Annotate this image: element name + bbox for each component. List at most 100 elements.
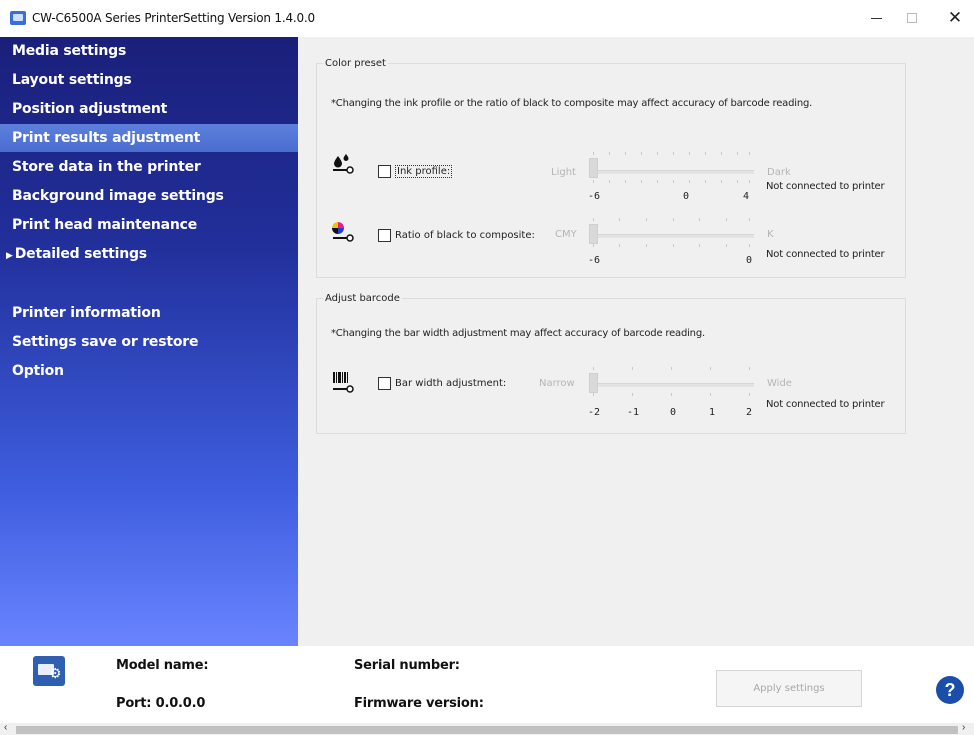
ink-profile-slider-thumb[interactable] (589, 158, 598, 178)
ink-profile-slider-track[interactable] (589, 170, 754, 174)
sidebar-item-label: Position adjustment (12, 101, 168, 117)
ink-profile-tick-label: 4 (743, 191, 750, 202)
sidebar-item-label: Print head maintenance (12, 217, 198, 233)
bar-width-tick (593, 367, 594, 370)
ratio-tick (726, 218, 727, 221)
ink-profile-tick (689, 152, 690, 155)
color-preset-legend: Color preset (325, 58, 386, 69)
sidebar-item-label: Settings save or restore (12, 334, 199, 350)
scroll-right-arrow-icon[interactable]: › (962, 722, 965, 733)
adjust-barcode-legend: Adjust barcode (325, 293, 400, 304)
sidebar-item-label: Option (12, 363, 64, 379)
scroll-left-arrow-icon[interactable]: ‹ (4, 722, 7, 733)
sidebar-item-print-head-maintenance[interactable]: Print head maintenance (0, 211, 298, 239)
ink-profile-tick (657, 152, 658, 155)
bar-width-tick (710, 367, 711, 370)
ratio-slider-track[interactable] (589, 234, 754, 238)
bar-width-slider-thumb[interactable] (589, 373, 598, 393)
sidebar-item-printer-information[interactable]: Printer information (0, 299, 298, 327)
bar-width-tick (749, 367, 750, 370)
ratio-tick (593, 218, 594, 221)
ink-profile-tick (641, 152, 642, 155)
apply-settings-button[interactable]: Apply settings (716, 670, 862, 707)
ink-profile-tick-label: 0 (683, 191, 690, 202)
ink-profile-checkbox[interactable]: Ink profile: (378, 165, 453, 178)
ink-profile-tick (641, 180, 642, 183)
ratio-tick (726, 244, 727, 247)
bar-width-checkbox[interactable]: Bar width adjustment: (378, 377, 506, 390)
adjust-barcode-group: Adjust barcode (316, 293, 906, 434)
ratio-tick (619, 244, 620, 247)
ink-profile-label: Ink profile: (395, 165, 453, 178)
ratio-min-label: CMY (555, 229, 577, 240)
bar-width-checkbox-box[interactable] (378, 377, 391, 390)
ink-profile-tick (705, 180, 706, 183)
minimize-button[interactable] (856, 4, 896, 32)
ratio-tick (699, 244, 700, 247)
sidebar-item-background-image[interactable]: Background image settings (0, 182, 298, 210)
ink-profile-tick (749, 152, 750, 155)
help-icon[interactable]: ? (936, 676, 964, 704)
bar-width-status: Not connected to printer (766, 399, 885, 410)
sidebar-item-position-adjustment[interactable]: Position adjustment (0, 95, 298, 123)
sidebar-item-label: Store data in the printer (12, 159, 201, 175)
ratio-tick (646, 218, 647, 221)
bar-width-tick (710, 393, 711, 396)
sidebar-item-layout-settings[interactable]: Layout settings (0, 66, 298, 94)
ink-profile-checkbox-box[interactable] (378, 165, 391, 178)
maximize-icon (907, 13, 917, 23)
adjust-barcode-note: *Changing the bar width adjustment may a… (331, 328, 705, 339)
ratio-tick-label: 0 (746, 255, 753, 266)
ink-profile-tick (609, 152, 610, 155)
horizontal-scrollbar[interactable]: ‹ › (0, 722, 974, 735)
sidebar-item-settings-save-restore[interactable]: Settings save or restore (0, 328, 298, 356)
ratio-tick (673, 218, 674, 221)
ratio-slider-thumb[interactable] (589, 224, 598, 244)
bar-width-label: Bar width adjustment: (395, 378, 507, 389)
ink-profile-tick (721, 180, 722, 183)
bar-width-tick (593, 393, 594, 396)
firmware-version-label: Firmware version: (354, 696, 484, 711)
ink-profile-tick (625, 152, 626, 155)
ink-drops-icon (333, 154, 354, 174)
ratio-max-label: K (767, 229, 774, 240)
bar-width-tick-label: 0 (670, 407, 677, 418)
sidebar-item-detailed-settings[interactable]: ▶ Detailed settings (0, 240, 298, 268)
ratio-checkbox-box[interactable] (378, 229, 391, 242)
minimize-icon (870, 17, 882, 19)
ratio-tick (593, 244, 594, 247)
ink-profile-tick (625, 180, 626, 183)
sidebar-item-media-settings[interactable]: Media settings (0, 37, 298, 65)
ink-profile-tick-label: -6 (588, 191, 601, 202)
sidebar: Media settings Layout settings Position … (0, 37, 298, 646)
main-content: Color preset *Changing the ink profile o… (298, 37, 974, 646)
bar-width-tick-label: -2 (588, 407, 601, 418)
ink-profile-tick (737, 152, 738, 155)
close-button[interactable]: ✕ (935, 4, 974, 32)
bar-width-min-label: Narrow (539, 378, 575, 389)
bar-width-tick (671, 393, 672, 396)
bar-width-tick (632, 367, 633, 370)
sidebar-item-label: Detailed settings (14, 246, 147, 262)
sidebar-item-print-results-adjustment[interactable]: Print results adjustment (0, 124, 298, 152)
barcode-icon (333, 372, 354, 393)
ink-profile-tick (609, 180, 610, 183)
port-label: Port: 0.0.0.0 (116, 696, 206, 711)
sidebar-item-store-data[interactable]: Store data in the printer (0, 153, 298, 181)
ratio-checkbox[interactable]: Ratio of black to composite: (378, 229, 535, 242)
sidebar-item-label: Print results adjustment (12, 130, 201, 146)
ink-profile-status: Not connected to printer (766, 181, 885, 192)
bar-width-slider-track[interactable] (589, 383, 754, 387)
scrollbar-thumb[interactable] (16, 726, 958, 734)
window-title: CW-C6500A Series PrinterSetting Version … (32, 11, 315, 25)
bar-width-tick (749, 393, 750, 396)
ratio-status: Not connected to printer (766, 249, 885, 260)
ratio-tick (749, 218, 750, 221)
maximize-button[interactable] (892, 4, 932, 32)
ink-profile-tick (721, 152, 722, 155)
ink-profile-tick (673, 152, 674, 155)
sidebar-item-label: Layout settings (12, 72, 132, 88)
sidebar-item-option[interactable]: Option (0, 357, 298, 385)
ink-profile-max-label: Dark (767, 167, 791, 178)
color-ball-icon (332, 222, 354, 242)
